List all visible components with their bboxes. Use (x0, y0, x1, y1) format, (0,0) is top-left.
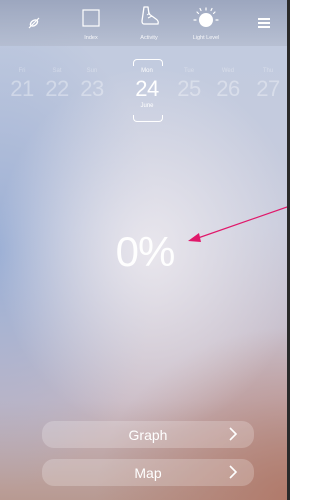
graph-button-label: Graph (128, 427, 168, 443)
map-button[interactable]: Map (42, 459, 254, 486)
chevron-right-icon (228, 465, 238, 484)
map-button-label: Map (134, 465, 162, 481)
graph-button[interactable]: Graph (42, 421, 254, 448)
app-screen: Index Activity Light Level Fri 21 Sat 22… (0, 0, 290, 500)
chevron-right-icon (228, 427, 238, 446)
